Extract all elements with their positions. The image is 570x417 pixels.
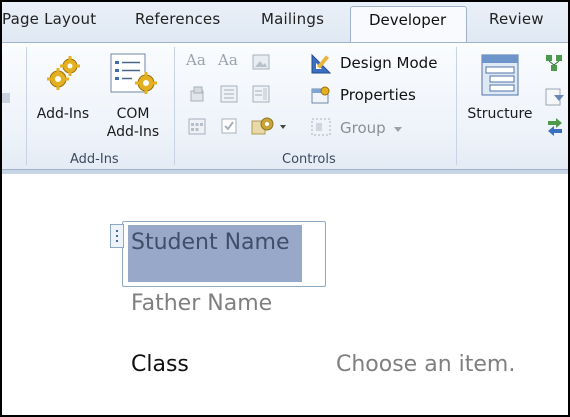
class-dropdown-placeholder[interactable]: Choose an item. [336, 352, 515, 377]
student-name-text[interactable]: Student Name [131, 230, 290, 255]
tab-mailings[interactable]: Mailings [261, 10, 324, 28]
group-separator [456, 47, 457, 165]
rich-text-control-icon[interactable]: Aa [186, 51, 206, 69]
combo-box-icon[interactable] [220, 85, 238, 103]
dropdown-list-icon[interactable] [252, 85, 270, 103]
expansion-pack-icon[interactable] [544, 87, 566, 107]
addins-label: Add-Ins [36, 106, 90, 122]
com-addins-label-1: COM [116, 106, 150, 122]
class-label: Class [131, 352, 189, 377]
tab-references[interactable]: References [135, 10, 220, 28]
com-addins-icon [110, 53, 157, 94]
ribbon-tab-bar: Page Layout References Mailings Develope… [2, 2, 568, 44]
picture-control-icon[interactable] [252, 53, 270, 71]
content-control-handle[interactable] [110, 224, 124, 248]
gears-icon [47, 56, 80, 90]
xml-transform-icon[interactable] [544, 115, 566, 137]
schema-icon[interactable] [544, 53, 566, 73]
document-page: Student Name Father Name Class Choose an… [2, 174, 568, 415]
word-window: Page Layout References Mailings Develope… [2, 2, 568, 415]
structure-label: Structure [467, 106, 533, 122]
group-icon [311, 118, 331, 136]
group-label-addins: Add-Ins [70, 152, 119, 167]
group-button[interactable]: Group [340, 119, 386, 137]
group-label-controls: Controls [282, 152, 336, 167]
tab-developer[interactable]: Developer [350, 6, 467, 44]
design-mode-button[interactable]: Design Mode [340, 54, 437, 72]
com-addins-button[interactable]: COM Add-Ins [100, 49, 166, 149]
group-separator [26, 47, 27, 165]
legacy-tools-icon[interactable] [250, 115, 290, 137]
tab-page-layout[interactable]: Page Layout [2, 10, 96, 28]
group-separator [174, 47, 175, 165]
properties-icon [311, 86, 330, 104]
tab-review[interactable]: Review [489, 10, 544, 28]
design-mode-icon [311, 53, 332, 74]
addins-button[interactable]: Add-Ins [32, 49, 94, 144]
cut-off-icon [2, 93, 10, 103]
structure-icon [481, 54, 519, 96]
chevron-down-icon[interactable] [394, 127, 402, 133]
father-name-text[interactable]: Father Name [131, 291, 272, 316]
tab-developer-label: Developer [369, 11, 447, 29]
plain-text-control-icon[interactable]: Aa [218, 51, 238, 69]
properties-button[interactable]: Properties [340, 86, 416, 104]
date-picker-icon[interactable] [188, 117, 206, 135]
structure-button[interactable]: Structure [462, 49, 538, 139]
com-addins-label-2: Add-Ins [106, 124, 160, 140]
check-box-control-icon[interactable] [220, 117, 238, 135]
building-block-icon[interactable] [188, 85, 206, 103]
ribbon: Add-Ins COM Add-Ins Add-Ins Aa Aa Design… [2, 42, 568, 170]
